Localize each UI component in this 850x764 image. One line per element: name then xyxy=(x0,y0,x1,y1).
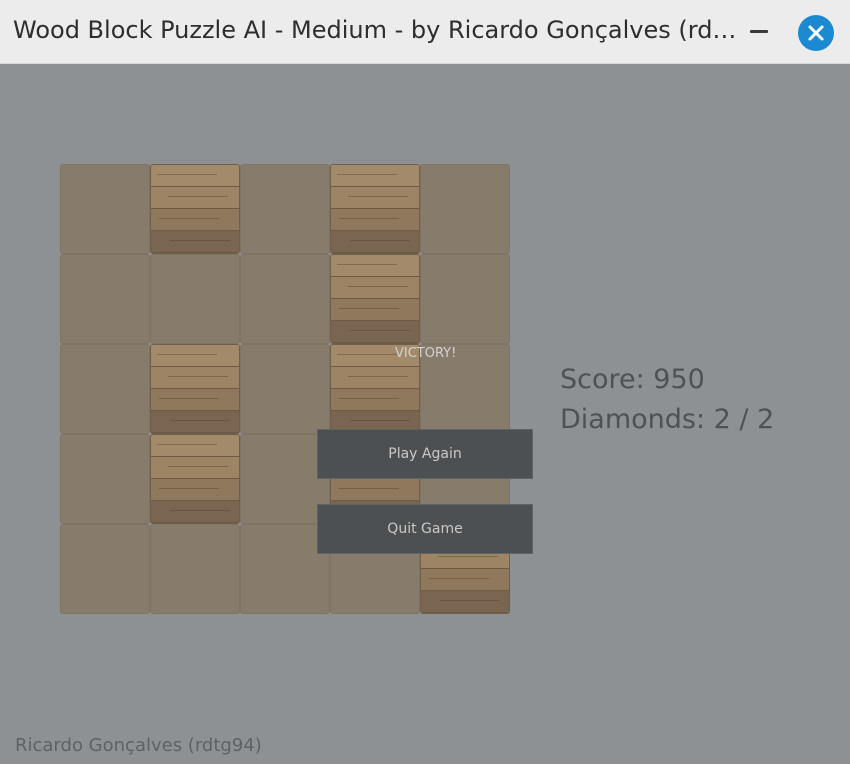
wood-grain xyxy=(337,264,397,265)
score-display: Score: 950 xyxy=(560,364,705,395)
wood-grain xyxy=(170,510,230,511)
wood-grain xyxy=(348,376,408,377)
wood-grain xyxy=(440,600,500,601)
wood-grain xyxy=(159,488,219,489)
wood-grain xyxy=(438,556,498,557)
quit-game-button[interactable]: Quit Game xyxy=(317,504,533,554)
empty-cell xyxy=(60,164,150,254)
wood-block-cell xyxy=(150,344,240,434)
empty-cell xyxy=(60,434,150,524)
empty-cell xyxy=(150,524,240,614)
wood-plank xyxy=(331,231,419,253)
wood-block-cell xyxy=(330,164,420,254)
wood-grain xyxy=(350,330,410,331)
wood-grain xyxy=(348,196,408,197)
wood-plank xyxy=(151,411,239,433)
window-title: Wood Block Puzzle AI - Medium - by Ricar… xyxy=(13,16,743,44)
wood-grain xyxy=(168,196,228,197)
wood-grain xyxy=(348,286,408,287)
wood-plank xyxy=(421,569,509,591)
wood-grain xyxy=(339,488,399,489)
wood-grain xyxy=(157,354,217,355)
wood-plank xyxy=(331,165,419,187)
wood-block-cell xyxy=(330,254,420,344)
wood-plank xyxy=(151,501,239,523)
wood-plank xyxy=(331,209,419,231)
empty-cell xyxy=(60,254,150,344)
empty-cell xyxy=(60,524,150,614)
wood-plank xyxy=(421,591,509,613)
wood-grain xyxy=(429,578,489,579)
wood-plank xyxy=(331,389,419,411)
wood-plank xyxy=(151,209,239,231)
wood-plank xyxy=(331,321,419,343)
title-bar: Wood Block Puzzle AI - Medium - by Ricar… xyxy=(0,0,850,64)
wood-plank xyxy=(331,479,419,501)
play-again-button[interactable]: Play Again xyxy=(317,429,533,479)
wood-plank xyxy=(331,255,419,277)
wood-plank xyxy=(151,231,239,253)
wood-plank xyxy=(331,187,419,209)
wood-grain xyxy=(337,174,397,175)
wood-plank xyxy=(151,165,239,187)
wood-grain xyxy=(339,398,399,399)
wood-plank xyxy=(331,367,419,389)
wood-grain xyxy=(339,218,399,219)
wood-grain xyxy=(168,466,228,467)
wood-grain xyxy=(157,174,217,175)
wood-plank xyxy=(151,479,239,501)
wood-grain xyxy=(170,420,230,421)
wood-grain xyxy=(350,240,410,241)
victory-text: VICTORY! xyxy=(395,346,457,361)
close-icon[interactable] xyxy=(798,15,834,51)
wood-block-cell xyxy=(150,434,240,524)
empty-cell xyxy=(240,254,330,344)
wood-grain xyxy=(159,398,219,399)
empty-cell xyxy=(240,164,330,254)
wood-block-cell xyxy=(150,164,240,254)
wood-grain xyxy=(337,354,397,355)
wood-plank xyxy=(331,277,419,299)
wood-grain xyxy=(159,218,219,219)
empty-cell xyxy=(420,254,510,344)
wood-plank xyxy=(151,435,239,457)
minimize-icon[interactable] xyxy=(750,30,768,33)
empty-cell xyxy=(420,164,510,254)
author-credit: Ricardo Gonçalves (rdtg94) xyxy=(15,735,262,756)
wood-plank xyxy=(151,345,239,367)
wood-plank xyxy=(151,389,239,411)
wood-plank xyxy=(151,367,239,389)
wood-grain xyxy=(170,240,230,241)
empty-cell xyxy=(240,344,330,434)
wood-grain xyxy=(157,444,217,445)
wood-grain xyxy=(168,376,228,377)
wood-grain xyxy=(339,308,399,309)
diamonds-display: Diamonds: 2 / 2 xyxy=(560,404,775,435)
wood-plank xyxy=(331,299,419,321)
wood-plank xyxy=(151,187,239,209)
wood-grain xyxy=(350,420,410,421)
empty-cell xyxy=(60,344,150,434)
wood-plank xyxy=(151,457,239,479)
empty-cell xyxy=(150,254,240,344)
